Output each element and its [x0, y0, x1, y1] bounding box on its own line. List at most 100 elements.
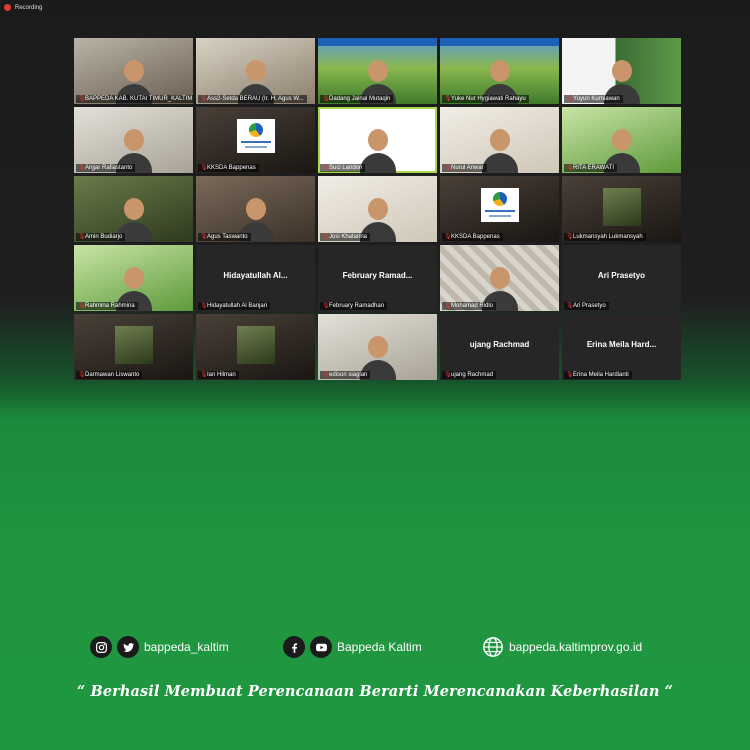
participant-name-label: 🎙 Yuyun Kurniawan: [564, 95, 623, 103]
social-handle-bappeda-kaltim[interactable]: bappeda_kaltim: [144, 640, 229, 654]
muted-mic-icon: 🎙: [566, 96, 574, 102]
participant-name-label: 🎙 Nurul Anwar: [442, 164, 487, 172]
social-group-instagram-twitter: bappeda_kaltim: [90, 636, 229, 658]
muted-mic-icon: 🎙: [78, 372, 86, 378]
participant-tile[interactable]: 🎙 Mohamad Ridlo: [440, 245, 559, 311]
youtube-icon[interactable]: [310, 636, 332, 658]
participant-video-silhouette: [481, 129, 518, 173]
muted-mic-icon: 🎙: [444, 234, 452, 240]
facebook-icon[interactable]: [283, 636, 305, 658]
participant-name: Rahmina Rahmina: [85, 303, 135, 309]
head-shape: [367, 129, 388, 151]
participant-name-label: 🎙 Hidayatullah Al Banjari: [198, 302, 271, 310]
participant-gallery: 🎙 BAPPEDA KAB. KUTAI TIMUR_KALTIM 🎙 Ass2-Se…: [74, 38, 681, 383]
muted-mic-icon: 🎙: [78, 165, 86, 171]
participant-tile[interactable]: 🎙 Nurul Anwar: [440, 107, 559, 173]
globe-icon[interactable]: [482, 636, 504, 658]
participant-name-label: 🎙 Ian Hilman: [198, 371, 239, 379]
tagline: “ Berhasil Membuat Perencanaan Berarti M…: [76, 683, 674, 700]
muted-mic-icon: 🎙: [566, 372, 574, 378]
participant-name: Ass2-Setda BERAU (Ir. H. Agus W...: [207, 96, 304, 102]
muted-mic-icon: 🎙: [200, 303, 208, 309]
participant-name: Amin Budiarjo: [85, 234, 123, 240]
bappenas-logo-icon: [480, 188, 519, 222]
participant-tile[interactable]: 🎙 RITA ERAWATI: [562, 107, 681, 173]
participant-tile[interactable]: 🎙 Yuyun Kurniawan: [562, 38, 681, 104]
participant-name-label: 🎙 Dadang Jainal Mutaqin: [320, 95, 394, 103]
head-shape: [611, 60, 632, 82]
muted-mic-icon: 🎙: [322, 234, 330, 240]
participant-name-label: 🎙 RITA ERAWATI: [564, 164, 618, 172]
muted-mic-icon: 🎙: [78, 234, 86, 240]
twitter-icon[interactable]: [117, 636, 139, 658]
muted-mic-icon: 🎙: [322, 165, 330, 171]
participant-name-label: 🎙 Erina Meila Hardianti: [564, 371, 632, 379]
participant-display-name: Ari Prasetyo: [597, 271, 646, 280]
participant-tile[interactable]: 🎙 Lukmansyah Lukmansyah: [562, 176, 681, 242]
participant-name: Darmawan Liswanto: [85, 372, 140, 378]
participant-name-label: 🎙 BAPPEDA KAB. KUTAI TIMUR_KALTIM: [76, 95, 193, 103]
participant-name: edison siagian: [329, 372, 368, 378]
virtual-background-banner: [440, 38, 559, 46]
participant-tile[interactable]: 🎙 Ass2-Setda BERAU (Ir. H. Agus W...: [196, 38, 315, 104]
participant-tile[interactable]: February Ramad... 🎙 February Ramadhan: [318, 245, 437, 311]
participant-tile[interactable]: 🎙 Yuke Nur Hygiawati Rahayu: [440, 38, 559, 104]
participant-tile[interactable]: ujang Rachmad 🎙 ujang Rachmad: [440, 314, 559, 380]
muted-mic-icon: 🎙: [200, 165, 208, 171]
participant-tile[interactable]: 🎙 Agus Taswanto: [196, 176, 315, 242]
participant-name-label: 🎙 Suci Landon: [320, 164, 366, 172]
participant-tile[interactable]: 🎙 BAPPEDA KAB. KUTAI TIMUR_KALTIM: [74, 38, 193, 104]
participant-name: ujang Rachmad: [451, 372, 494, 378]
participant-display-name: ujang Rachmad: [469, 340, 530, 349]
participant-name-label: 🎙 Agus Taswanto: [198, 233, 251, 241]
participant-name: Erina Meila Hardianti: [573, 372, 629, 378]
profile-picture: [236, 326, 275, 364]
participant-name-label: 🎙 Anjjar Rafiastanto: [76, 164, 136, 172]
participant-tile[interactable]: 🎙 Amin Budiarjo: [74, 176, 193, 242]
participant-display-name: February Ramad...: [342, 271, 413, 280]
muted-mic-icon: 🎙: [200, 372, 208, 378]
participant-name: Ari Prasetyo: [573, 303, 606, 309]
participant-tile[interactable]: 🎙 Rahmina Rahmina: [74, 245, 193, 311]
participant-name: Yuyun Kurniawan: [573, 96, 620, 102]
participant-tile[interactable]: 🎙 Dadang Jainal Mutaqin: [318, 38, 437, 104]
website-link[interactable]: bappeda.kaltimprov.go.id: [509, 640, 642, 654]
participant-tile[interactable]: Hidayatullah Al... 🎙 Hidayatullah Al Banja…: [196, 245, 315, 311]
participant-name: Nurul Anwar: [451, 165, 484, 171]
participant-tile[interactable]: 🎙 Darmawan Liswanto: [74, 314, 193, 380]
participant-name-label: 🎙 edison siagian: [320, 371, 371, 379]
participant-tile[interactable]: 🎙 Anjjar Rafiastanto: [74, 107, 193, 173]
participant-tile[interactable]: 🎙 Josi Khatarina: [318, 176, 437, 242]
muted-mic-icon: 🎙: [566, 303, 574, 309]
participant-tile[interactable]: Ari Prasetyo 🎙 Ari Prasetyo: [562, 245, 681, 311]
participant-tile[interactable]: Erina Meila Hard... 🎙 Erina Meila Hardiant…: [562, 314, 681, 380]
participant-name-label: 🎙 Darmawan Liswanto: [76, 371, 143, 379]
recording-indicator: Recording: [4, 4, 42, 11]
participant-name-label: 🎙 Yuke Nur Hygiawati Rahayu: [442, 95, 529, 103]
participant-name: Dadang Jainal Mutaqin: [329, 96, 391, 102]
head-shape: [489, 60, 510, 82]
participant-tile[interactable]: 🎙 edison siagian: [318, 314, 437, 380]
participant-tile[interactable]: 🎙 Suci Landon: [318, 107, 437, 173]
social-handle-bappeda-kaltim-facebook[interactable]: Bappeda Kaltim: [337, 640, 422, 654]
head-shape: [611, 129, 632, 151]
participant-tile[interactable]: 🎙 KKSDA Bappenas: [196, 107, 315, 173]
head-shape: [367, 198, 388, 220]
head-shape: [367, 60, 388, 82]
head-shape: [123, 267, 144, 289]
recording-dot-icon: [4, 4, 11, 11]
body-shape: [481, 153, 518, 173]
participant-name-label: 🎙 Rahmina Rahmina: [76, 302, 138, 310]
participant-name: Yuke Nur Hygiawati Rahayu: [451, 96, 526, 102]
participant-tile[interactable]: 🎙 KKSDA Bappenas: [440, 176, 559, 242]
participant-tile[interactable]: 🎙 Ian Hilman: [196, 314, 315, 380]
participant-name-label: 🎙 February Ramadhan: [320, 302, 388, 310]
virtual-background-banner: [318, 38, 437, 46]
bappenas-logo-icon: [236, 119, 275, 153]
head-shape: [123, 129, 144, 151]
instagram-icon[interactable]: [90, 636, 112, 658]
head-shape: [245, 198, 266, 220]
social-group-facebook-youtube: Bappeda Kaltim: [283, 636, 422, 658]
muted-mic-icon: 🎙: [200, 234, 208, 240]
participant-display-name: Hidayatullah Al...: [223, 271, 288, 280]
